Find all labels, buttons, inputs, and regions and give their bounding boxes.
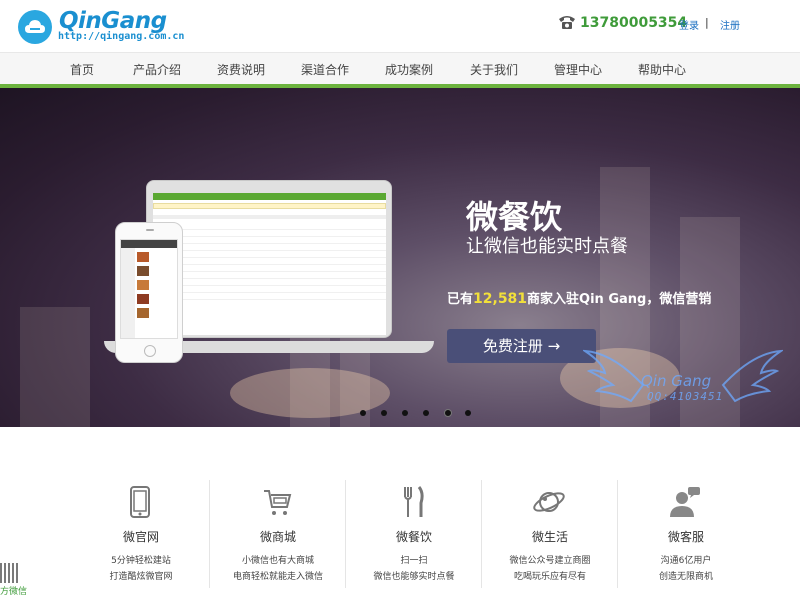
watermark-qq: QQ:4103451 bbox=[647, 390, 724, 403]
feature-title: 微餐饮 bbox=[395, 530, 432, 544]
shopping-cart-icon bbox=[264, 490, 292, 515]
city-building bbox=[20, 307, 90, 427]
feature-desc: 沟通6亿用户 bbox=[660, 556, 712, 566]
feature-desc: 电商轻松就能走入微信 bbox=[232, 572, 323, 582]
mobile-site-icon bbox=[130, 486, 150, 518]
banner-subhead: 让微信也能实时点餐 bbox=[466, 236, 628, 257]
nav-item-about[interactable]: 关于我们 bbox=[470, 61, 518, 78]
slide-dot[interactable] bbox=[360, 410, 366, 416]
feature-divider bbox=[209, 480, 210, 588]
nav-item-products[interactable]: 产品介绍 bbox=[133, 61, 181, 78]
phone-mockup bbox=[115, 222, 183, 363]
slide-dots bbox=[360, 409, 471, 418]
feature-title: 微官网 bbox=[122, 530, 159, 544]
feature-divider bbox=[345, 480, 346, 588]
slide-dot[interactable] bbox=[402, 410, 408, 416]
watermark-name: Qin Gang bbox=[641, 372, 712, 390]
feature-desc: 小微信也有大商城 bbox=[241, 556, 314, 566]
feature-desc: 打造酷炫微官网 bbox=[109, 572, 173, 582]
watermark: Qin Gang QQ:4103451 bbox=[583, 343, 783, 423]
fork-knife-icon bbox=[404, 486, 424, 517]
main-nav: 首页 产品介绍 资费说明 渠道合作 成功案例 关于我们 管理中心 帮助中心 bbox=[0, 52, 800, 84]
feature-shop[interactable]: 微商城 小微信也有大商城 电商轻松就能走入微信 bbox=[210, 477, 346, 587]
nav-item-help[interactable]: 帮助中心 bbox=[638, 61, 686, 78]
site-header: QinGang http://qingang.com.cn 1378000535… bbox=[0, 0, 800, 52]
site-logo[interactable]: QinGang http://qingang.com.cn bbox=[18, 8, 184, 46]
feature-desc: 创造无限商机 bbox=[658, 572, 713, 582]
customer-service-icon bbox=[670, 487, 700, 517]
logo-url: http://qingang.com.cn bbox=[58, 31, 185, 42]
nav-item-home[interactable]: 首页 bbox=[70, 61, 94, 78]
feature-divider bbox=[617, 480, 618, 588]
wechat-qr-label: 方微信 bbox=[0, 587, 28, 597]
wechat-qr-code[interactable] bbox=[0, 563, 20, 583]
feature-desc: 吃喝玩乐应有尽有 bbox=[513, 572, 586, 582]
feature-desc: 微信公众号建立商圈 bbox=[509, 556, 591, 566]
feature-desc: 微信也能够实时点餐 bbox=[373, 572, 455, 582]
cloud-icon bbox=[18, 10, 52, 44]
free-signup-button[interactable]: 免费注册 → bbox=[447, 329, 596, 363]
merchant-suffix: 商家入驻Qin Gang，微信营销 bbox=[527, 292, 712, 307]
nav-item-partners[interactable]: 渠道合作 bbox=[301, 61, 349, 78]
telephone-icon bbox=[559, 16, 575, 29]
header-separator: | bbox=[705, 16, 709, 29]
register-link[interactable]: 注册 bbox=[720, 17, 740, 32]
feature-life[interactable]: 微生活 微信公众号建立商圈 吃喝玩乐应有尽有 bbox=[482, 477, 618, 587]
hero-banner[interactable]: 微餐饮 让微信也能实时点餐 已有12,581商家入驻Qin Gang，微信营销 … bbox=[0, 88, 800, 427]
login-link[interactable]: 登录 bbox=[679, 17, 699, 32]
feature-divider bbox=[481, 480, 482, 588]
phone-number: 13780005354 bbox=[580, 15, 688, 31]
feature-service[interactable]: 微客服 沟通6亿用户 创造无限商机 bbox=[618, 477, 754, 587]
slide-dot-active[interactable] bbox=[444, 409, 452, 417]
feature-title: 微生活 bbox=[531, 530, 568, 544]
feature-desc: 5分钟轻松建站 bbox=[111, 556, 171, 566]
feature-title: 微商城 bbox=[259, 530, 296, 544]
nav-item-pricing[interactable]: 资费说明 bbox=[217, 61, 265, 78]
feature-dining[interactable]: 微餐饮 扫一扫 微信也能够实时点餐 bbox=[346, 477, 482, 587]
feature-title: 微客服 bbox=[667, 530, 704, 544]
merchant-stat: 已有12,581商家入驻Qin Gang，微信营销 bbox=[447, 288, 711, 307]
merchant-prefix: 已有 bbox=[447, 292, 474, 307]
feature-section: 微官网 5分钟轻松建站 打造酷炫微官网 微商城 小微信也有大商城 电商轻松就能走… bbox=[0, 427, 800, 596]
merchant-count: 12,581 bbox=[473, 291, 528, 307]
laptop-screen-ui bbox=[153, 193, 386, 335]
nav-item-cases[interactable]: 成功案例 bbox=[385, 61, 433, 78]
slide-dot[interactable] bbox=[465, 410, 471, 416]
phone-screen-ui bbox=[120, 239, 178, 339]
planet-icon bbox=[533, 492, 565, 512]
nav-item-admin[interactable]: 管理中心 bbox=[554, 61, 602, 78]
feature-mobile-site[interactable]: 微官网 5分钟轻松建站 打造酷炫微官网 bbox=[73, 477, 209, 587]
slide-dot[interactable] bbox=[423, 410, 429, 416]
feature-desc: 扫一扫 bbox=[400, 556, 428, 566]
slide-dot[interactable] bbox=[381, 410, 387, 416]
